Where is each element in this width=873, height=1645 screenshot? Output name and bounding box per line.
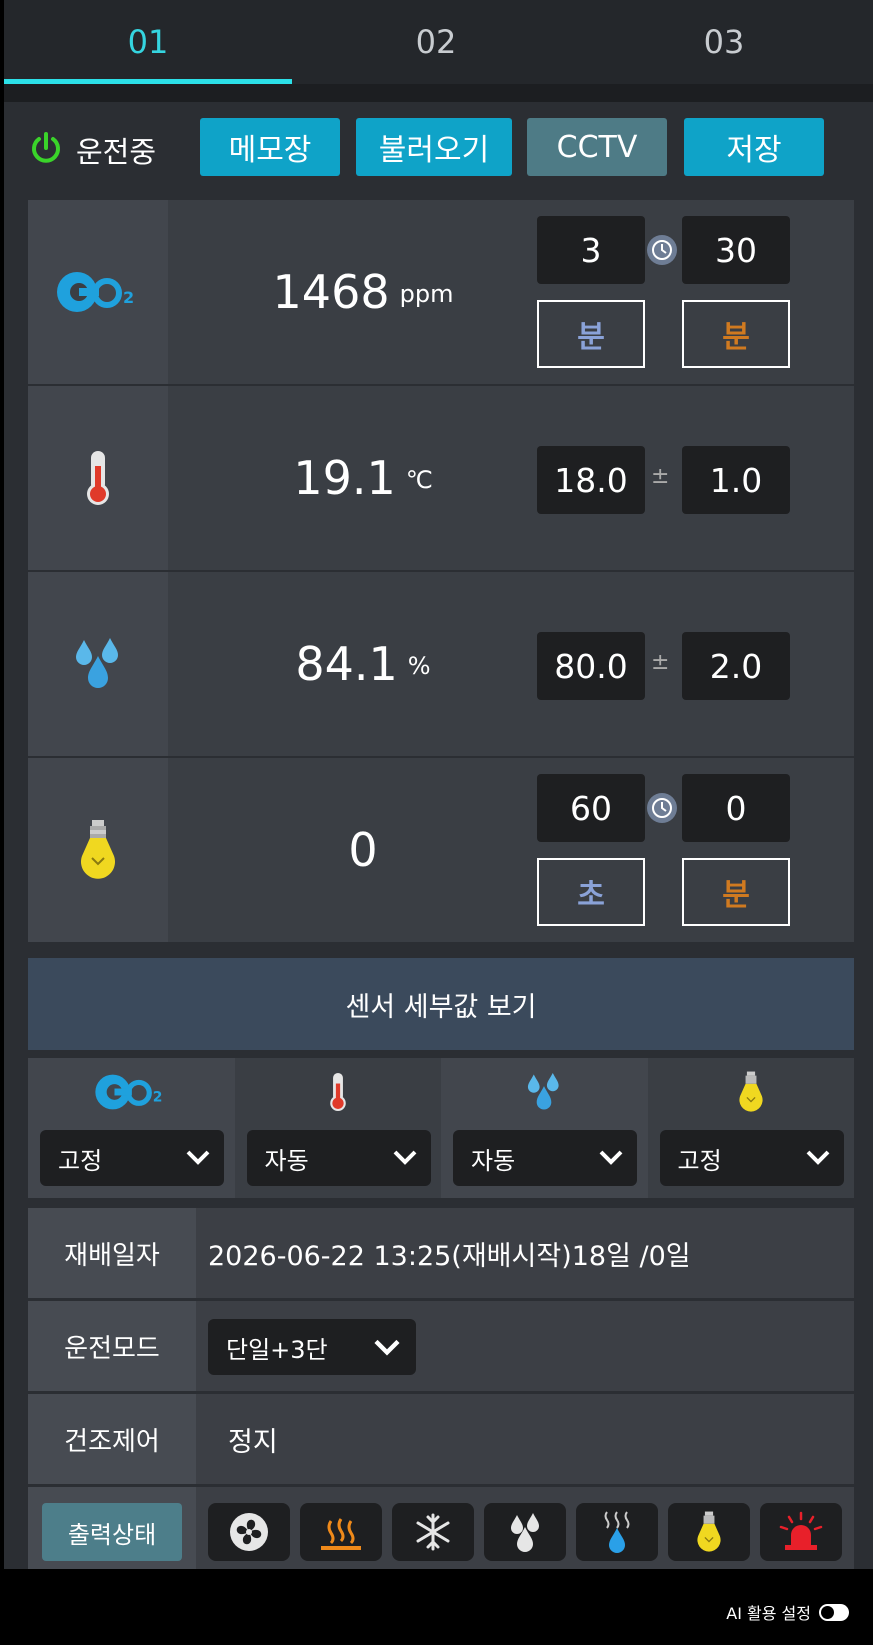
cultivation-row: 재배일자 2026-06-22 13:25(재배시작)18일 /0일 bbox=[28, 1208, 854, 1298]
output-status-button[interactable]: 출력상태 bbox=[42, 1503, 182, 1561]
svg-text:2: 2 bbox=[153, 1090, 163, 1106]
co2-unit: ppm bbox=[399, 280, 454, 308]
co2-icon: 2 bbox=[28, 1068, 235, 1116]
co2-value: 1468 ppm bbox=[168, 200, 558, 384]
status-label: 운전중 bbox=[76, 135, 157, 169]
plus-minus-label: ± bbox=[651, 464, 670, 489]
chevron-down-icon bbox=[599, 1150, 623, 1165]
co2-mode-value: 고정 bbox=[58, 1146, 103, 1175]
clock-icon bbox=[647, 235, 677, 265]
temperature-target-input[interactable]: 18.0 bbox=[537, 446, 645, 514]
tab-divider bbox=[4, 84, 873, 102]
run-mode-label: 운전모드 bbox=[28, 1301, 196, 1391]
temperature-reading: 19.1 bbox=[293, 451, 396, 505]
run-status: 운전중 bbox=[28, 124, 156, 176]
power-icon bbox=[28, 130, 64, 170]
output-status-row: 출력상태 bbox=[28, 1487, 854, 1569]
clock-icon bbox=[647, 793, 677, 823]
cctv-button[interactable]: CCTV bbox=[527, 118, 667, 176]
save-button[interactable]: 저장 bbox=[684, 118, 824, 176]
humidity-unit: % bbox=[407, 652, 431, 680]
svg-text:2: 2 bbox=[123, 288, 134, 307]
humidity-mode-select[interactable]: 자동 bbox=[453, 1130, 637, 1186]
fan-icon bbox=[208, 1503, 290, 1561]
alarm-icon bbox=[760, 1503, 842, 1561]
light-off-input[interactable]: 0 bbox=[682, 774, 790, 842]
temperature-tolerance-input[interactable]: 1.0 bbox=[682, 446, 790, 514]
light-value: 0 bbox=[168, 758, 558, 942]
humidity-value: 84.1% bbox=[168, 572, 558, 756]
temperature-mode-select[interactable]: 자동 bbox=[246, 1130, 431, 1186]
heater-icon bbox=[300, 1503, 382, 1561]
dry-control-label: 건조제어 bbox=[28, 1394, 196, 1484]
app-screen: 01 02 03 운전중 메모장 불러오기 CCTV 저장 2 1468 ppm… bbox=[4, 0, 873, 1569]
tab-02[interactable]: 02 bbox=[292, 0, 580, 84]
humidity-tolerance-input[interactable]: 2.0 bbox=[682, 632, 790, 700]
temperature-mode-value: 자동 bbox=[264, 1146, 309, 1175]
light-on-input[interactable]: 60 bbox=[537, 774, 645, 842]
light-bulb-icon bbox=[648, 1068, 855, 1116]
co2-off-input[interactable]: 30 bbox=[682, 216, 790, 284]
light-mode-select[interactable]: 고정 bbox=[659, 1130, 844, 1186]
dry-control-row: 건조제어 정지 bbox=[28, 1394, 854, 1484]
thermometer-icon bbox=[28, 386, 168, 570]
mode-light: 고정 bbox=[647, 1058, 855, 1198]
run-mode-select[interactable]: 단일+3단 bbox=[208, 1319, 416, 1375]
sensor-row-light: 0 60 0 초 분 bbox=[28, 758, 854, 942]
cooler-icon bbox=[392, 1503, 474, 1561]
cultivation-label: 재배일자 bbox=[28, 1208, 196, 1298]
light-mode-value: 고정 bbox=[677, 1146, 722, 1175]
run-mode-value: 단일+3단 bbox=[226, 1335, 328, 1364]
dehumidifier-icon bbox=[484, 1503, 566, 1561]
run-mode-row: 운전모드 단일+3단 bbox=[28, 1301, 854, 1391]
ai-setting-label: AI 활용 설정 bbox=[726, 1604, 811, 1623]
light-reading: 0 bbox=[348, 823, 378, 877]
water-drops-icon bbox=[28, 572, 168, 756]
tab-03[interactable]: 03 bbox=[580, 0, 868, 84]
humidifier-icon bbox=[576, 1503, 658, 1561]
mode-humidity: 자동 bbox=[441, 1058, 648, 1198]
dry-control-value: 정지 bbox=[228, 1426, 278, 1458]
chevron-down-icon bbox=[186, 1150, 210, 1165]
light-bulb-icon bbox=[668, 1503, 750, 1561]
cultivation-value: 2026-06-22 13:25(재배시작)18일 /0일 bbox=[208, 1240, 691, 1272]
humidity-target-input[interactable]: 80.0 bbox=[537, 632, 645, 700]
temperature-unit: ℃ bbox=[405, 466, 433, 494]
memo-button[interactable]: 메모장 bbox=[200, 118, 340, 176]
tab-bar: 01 02 03 bbox=[4, 0, 873, 84]
humidity-reading: 84.1 bbox=[295, 637, 398, 691]
mode-co2: 2 고정 bbox=[28, 1058, 235, 1198]
sensor-row-humidity: 84.1% 80.0 ± 2.0 bbox=[28, 572, 854, 756]
water-drops-icon bbox=[441, 1068, 648, 1116]
co2-reading: 1468 bbox=[272, 265, 390, 319]
co2-mode-select[interactable]: 고정 bbox=[40, 1130, 224, 1186]
light-bulb-icon bbox=[28, 758, 168, 942]
chevron-down-icon bbox=[393, 1150, 416, 1165]
light-left-unit[interactable]: 초 bbox=[537, 858, 645, 926]
sensor-row-co2: 2 1468 ppm 3 30 분 분 bbox=[28, 200, 854, 384]
humidity-mode-value: 자동 bbox=[471, 1146, 516, 1175]
co2-on-input[interactable]: 3 bbox=[537, 216, 645, 284]
mode-temperature: 자동 bbox=[234, 1058, 442, 1198]
tab-01[interactable]: 01 bbox=[4, 0, 292, 84]
temperature-value: 19.1 ℃ bbox=[168, 386, 558, 570]
mode-selectors: 2 고정 자동 자동 고정 bbox=[28, 1058, 854, 1198]
light-right-unit[interactable]: 분 bbox=[682, 858, 790, 926]
chevron-down-icon bbox=[806, 1150, 829, 1165]
sensor-row-temperature: 19.1 ℃ 18.0 ± 1.0 bbox=[28, 386, 854, 570]
output-label-cell: 출력상태 bbox=[28, 1487, 196, 1569]
load-button[interactable]: 불러오기 bbox=[356, 118, 512, 176]
sensor-detail-button[interactable]: 센서 세부값 보기 bbox=[28, 958, 854, 1050]
co2-icon: 2 bbox=[28, 200, 168, 384]
plus-minus-label: ± bbox=[651, 650, 670, 675]
ai-setting[interactable]: AI 활용 설정 bbox=[726, 1600, 849, 1624]
thermometer-icon bbox=[235, 1068, 442, 1116]
ai-setting-toggle[interactable] bbox=[819, 1603, 849, 1621]
co2-right-unit[interactable]: 분 bbox=[682, 300, 790, 368]
co2-left-unit[interactable]: 분 bbox=[537, 300, 645, 368]
chevron-down-icon bbox=[374, 1339, 400, 1356]
